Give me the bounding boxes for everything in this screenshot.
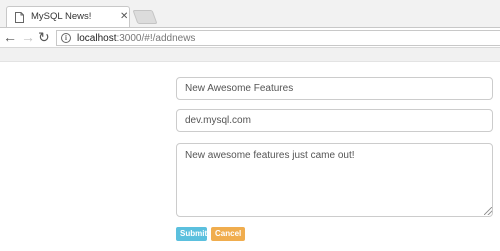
forward-arrow-icon[interactable]: → <box>21 30 35 45</box>
back-arrow-icon[interactable]: ← <box>3 30 17 45</box>
tab-close-icon[interactable]: ✕ <box>120 11 128 23</box>
title-input[interactable] <box>176 77 493 100</box>
submit-button[interactable]: Submit <box>176 227 207 241</box>
cancel-button[interactable]: Cancel <box>211 227 245 241</box>
browser-tab[interactable]: MySQL News! ✕ <box>6 6 130 28</box>
address-bar[interactable]: i localhost:3000/#!/addnews <box>56 30 500 46</box>
text-input[interactable]: New awesome features just came out! <box>176 143 493 217</box>
reload-icon[interactable]: ↻ <box>38 29 50 45</box>
info-icon[interactable]: i <box>61 33 71 43</box>
tab-strip: MySQL News! ✕ <box>0 0 500 28</box>
new-tab-icon[interactable] <box>132 10 158 24</box>
url-host: localhost <box>77 33 117 44</box>
browser-toolbar: ← → ↻ i localhost:3000/#!/addnews <box>0 27 500 48</box>
resize-handle-icon[interactable] <box>484 207 492 215</box>
page-header-band <box>0 48 500 62</box>
page-icon <box>15 12 24 23</box>
url-path: :3000/#!/addnews <box>116 33 196 44</box>
tab-title: MySQL News! <box>31 11 92 22</box>
address-url[interactable]: localhost:3000/#!/addnews <box>77 32 195 45</box>
link-input[interactable] <box>176 109 493 132</box>
